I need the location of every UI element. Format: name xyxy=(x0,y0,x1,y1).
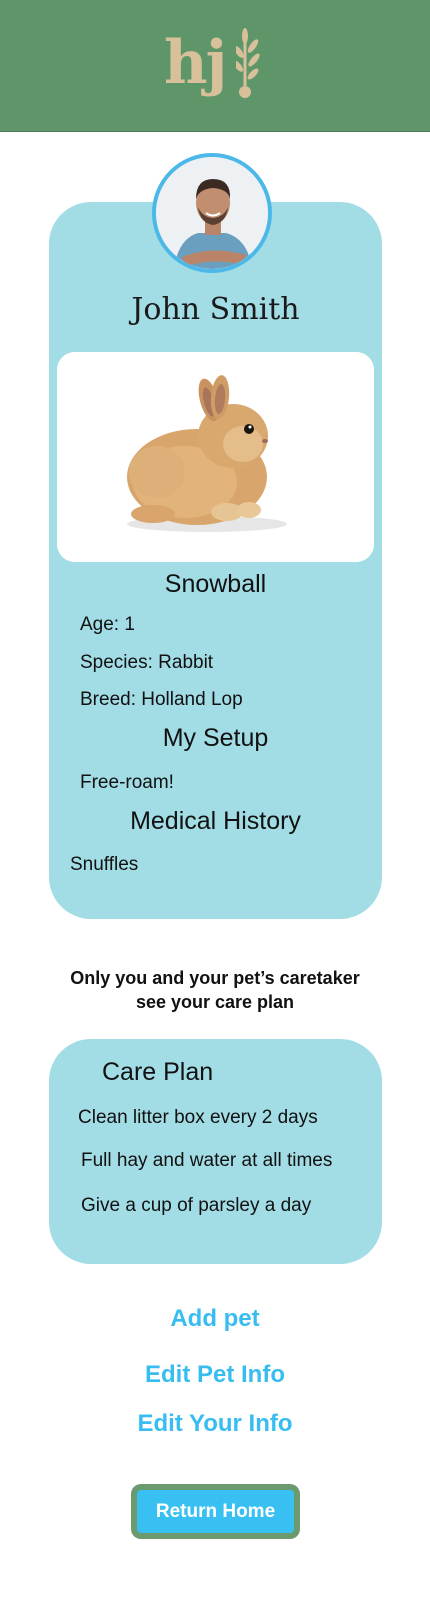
pet-age: Age: 1 xyxy=(80,614,135,635)
app-header: hj xyxy=(0,0,430,132)
medical-history-text: Snuffles xyxy=(70,854,139,875)
owner-avatar[interactable] xyxy=(152,153,272,273)
care-plan-item: Give a cup of parsley a day xyxy=(81,1195,312,1216)
privacy-note-line2: see your care plan xyxy=(135,992,295,1012)
pet-species: Species: Rabbit xyxy=(80,652,214,673)
logo-text: hj xyxy=(164,28,227,98)
add-pet-link[interactable]: Add pet xyxy=(0,1305,430,1333)
person-avatar-icon xyxy=(156,157,268,269)
setup-heading: My Setup xyxy=(162,724,269,752)
pet-name: Snowball xyxy=(164,570,267,598)
pet-breed: Breed: Holland Lop xyxy=(80,689,243,710)
setup-text: Free-roam! xyxy=(80,772,174,793)
sprig-icon xyxy=(236,28,260,98)
edit-your-info-link[interactable]: Edit Your Info xyxy=(0,1410,430,1438)
care-plan-item: Full hay and water at all times xyxy=(81,1150,333,1171)
edit-pet-info-link[interactable]: Edit Pet Info xyxy=(0,1361,430,1389)
care-plan-item: Clean litter box every 2 days xyxy=(78,1107,318,1128)
medical-history-heading: Medical History xyxy=(130,807,301,835)
return-home-button[interactable]: Return Home xyxy=(131,1484,300,1539)
return-home-label: Return Home xyxy=(137,1490,294,1533)
rabbit-photo-icon xyxy=(57,352,374,562)
privacy-note-line1: Only you and your pet’s caretaker xyxy=(70,968,360,988)
pet-photo[interactable] xyxy=(57,352,374,562)
pet-profile-page: hj John Smith Snowball Age: 1 Species: R… xyxy=(0,0,430,1599)
app-logo[interactable]: hj xyxy=(164,26,268,106)
care-plan-heading: Care Plan xyxy=(102,1058,214,1086)
owner-name: John Smith xyxy=(131,292,300,327)
privacy-note: Only you and your pet’s caretaker see yo… xyxy=(40,966,390,1014)
